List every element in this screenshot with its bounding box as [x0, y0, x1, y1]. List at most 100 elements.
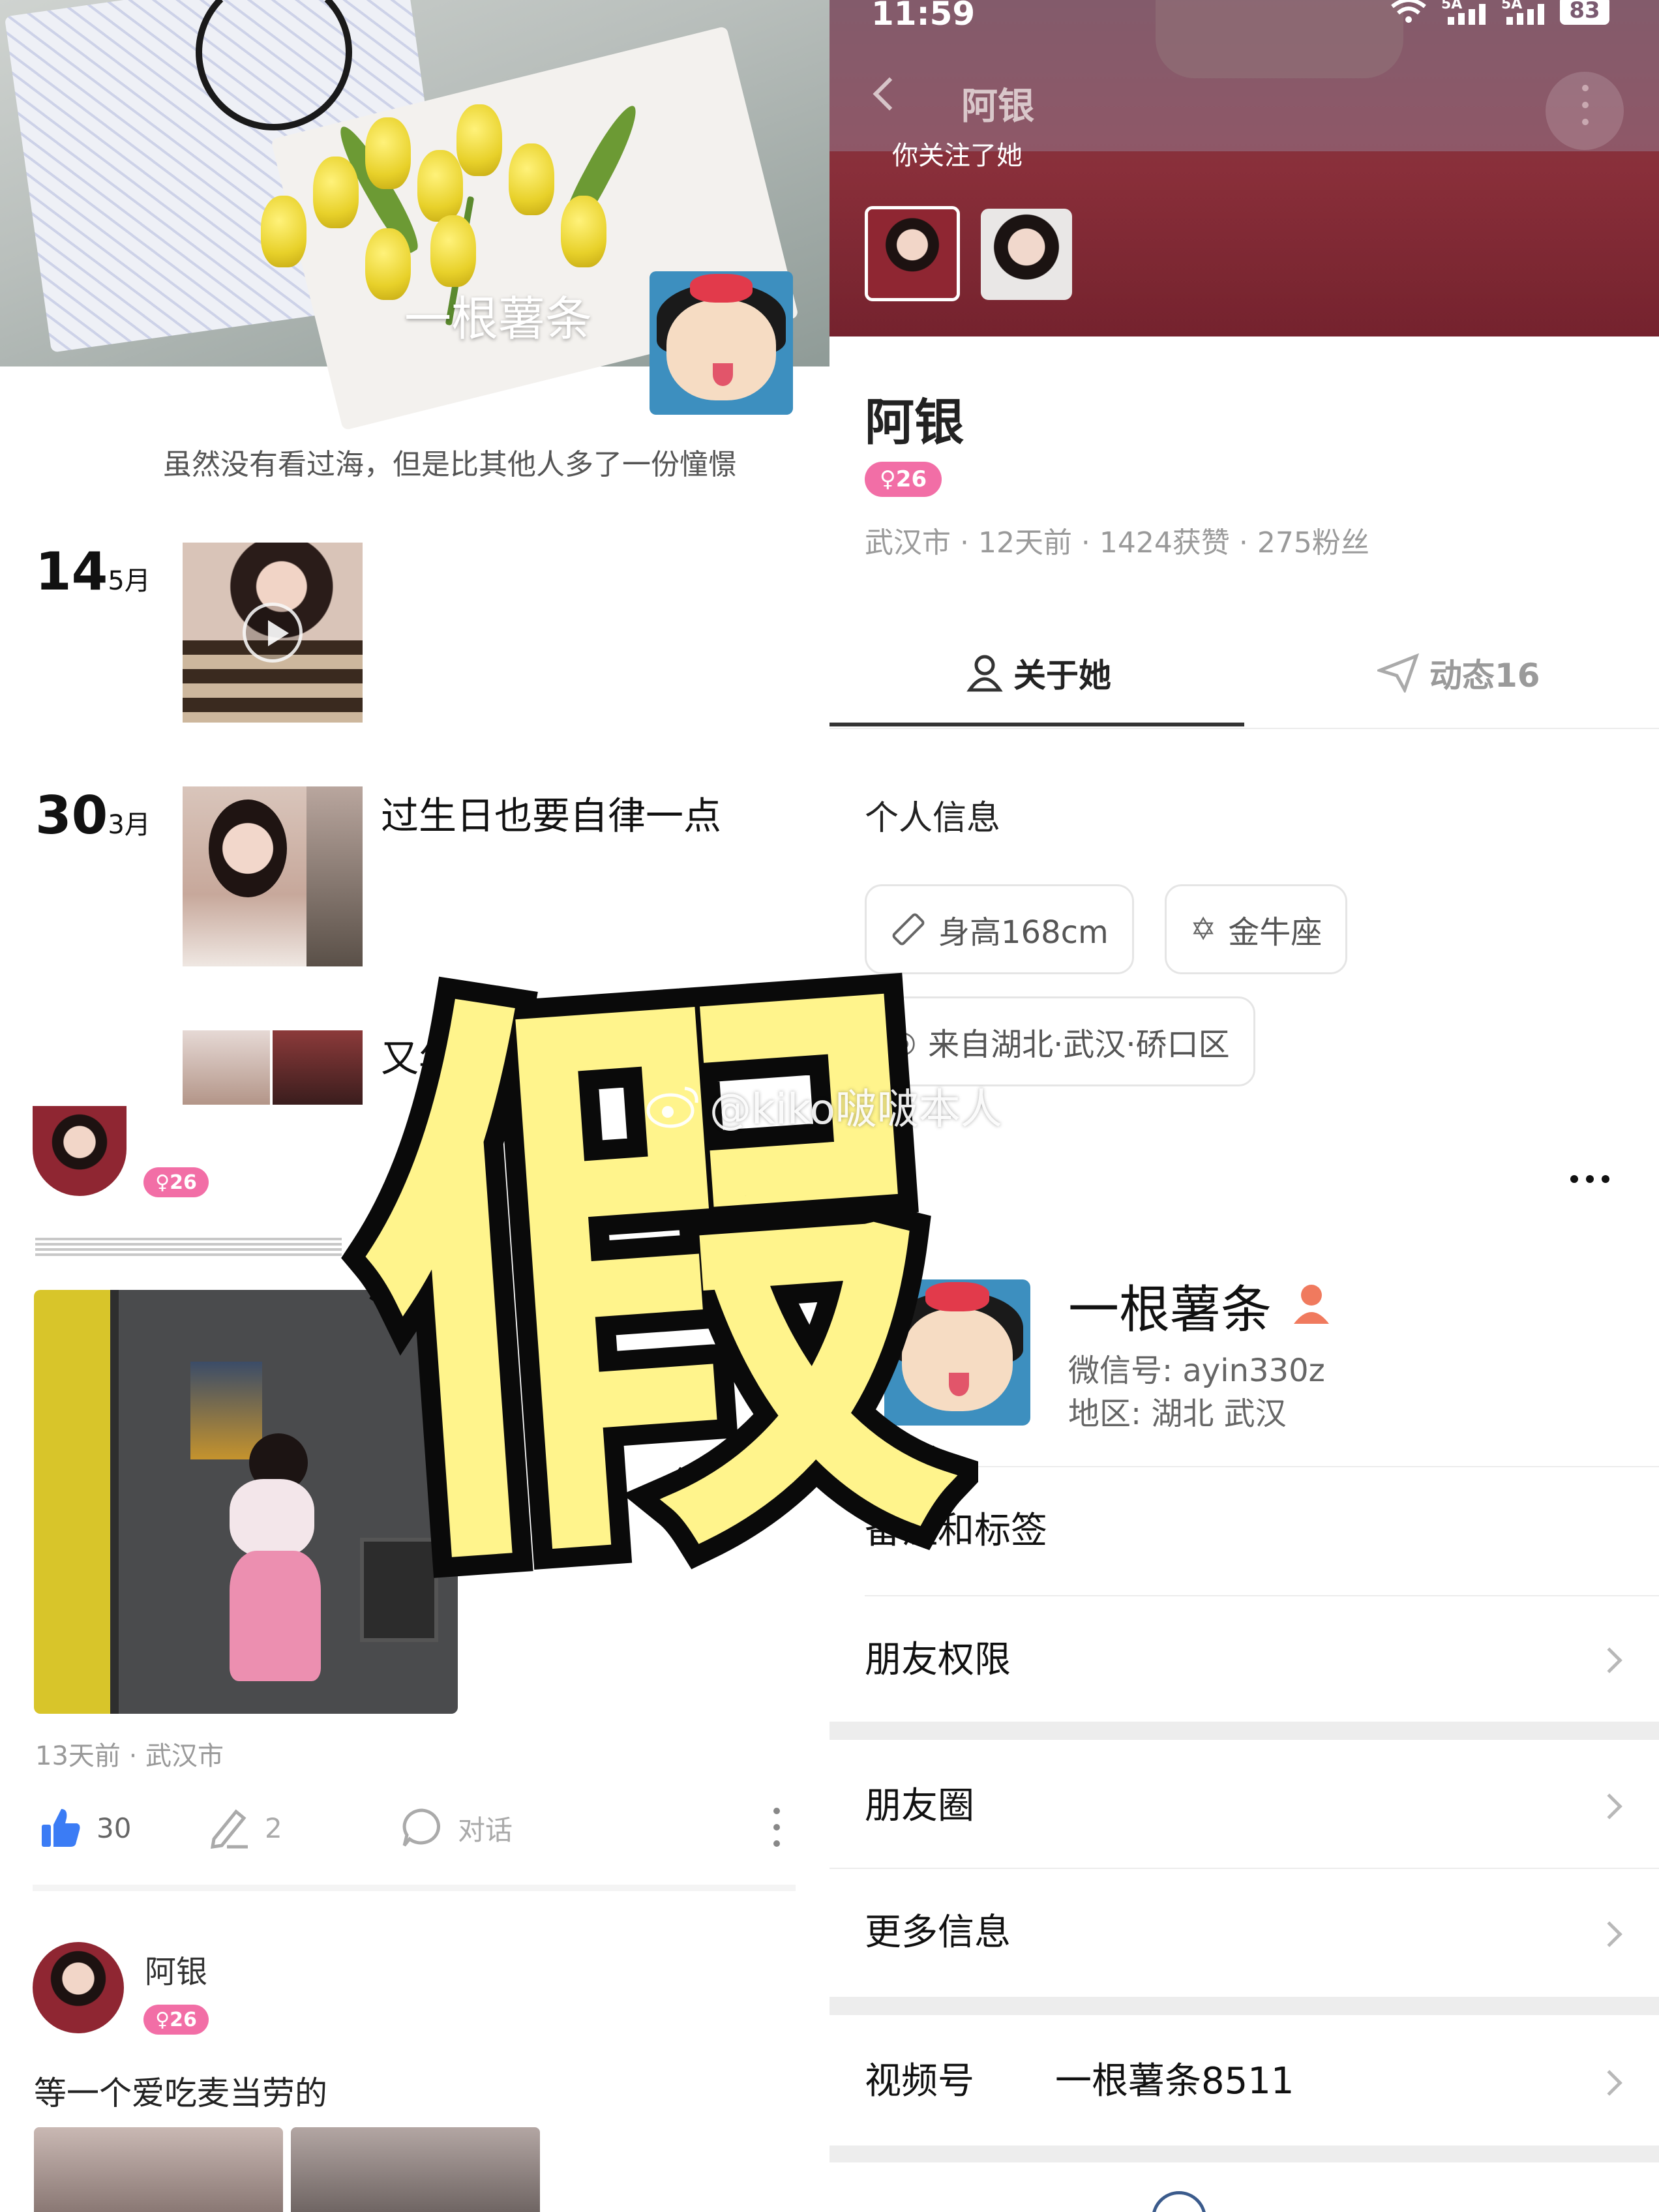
row-label: 视频号	[865, 2060, 974, 2102]
fake-stamp-character: 假	[326, 965, 978, 1591]
thumbs-up-icon	[42, 1809, 80, 1847]
post-date: 145月	[35, 541, 151, 602]
row-more-info[interactable]: 更多信息	[830, 1869, 1659, 1997]
tulip	[417, 150, 463, 222]
post-photo[interactable]	[34, 2127, 283, 2212]
age-value: 26	[170, 2008, 197, 2031]
cover-avatar[interactable]	[650, 271, 793, 415]
post-text: 过生日也要自律一点	[381, 794, 722, 838]
person-legs	[230, 1551, 321, 1681]
row-friend-permissions[interactable]: 朋友权限	[830, 1596, 1659, 1722]
comment-count: 2	[265, 1812, 282, 1844]
like-count: 30	[97, 1812, 132, 1844]
watermark-text: @kiko啵啵本人	[710, 1086, 1002, 1134]
more-icon[interactable]	[773, 1808, 781, 1851]
contact-name: 一根薯条	[1068, 1281, 1272, 1339]
date-month: 5月	[108, 566, 151, 596]
weibo-icon	[646, 1086, 698, 1128]
tulip	[261, 196, 306, 267]
row-moments[interactable]: 朋友圈	[830, 1740, 1659, 1868]
wifi-icon	[1389, 0, 1428, 23]
female-gender-icon	[1291, 1282, 1332, 1325]
profile-photo-thumb[interactable]	[981, 209, 1072, 300]
wechat-id: 微信号: ayin330z	[1068, 1353, 1325, 1389]
row-label: 更多信息	[865, 1911, 1011, 1954]
star-icon: ✡	[1190, 911, 1217, 948]
tab-about[interactable]: 关于她	[966, 650, 1111, 696]
row-label: 朋友圈	[865, 1785, 974, 1827]
section-gap	[830, 2145, 1659, 2162]
signal-icon	[1506, 4, 1552, 25]
like-button[interactable]: 30	[39, 1806, 131, 1849]
tulip	[430, 215, 476, 287]
tab-label: 关于她	[1013, 657, 1111, 695]
post-date: 303月	[35, 785, 151, 846]
profile-meta: 武汉市 · 12天前 · 1424获赞 · 275粉丝	[865, 526, 1369, 560]
ruler-icon	[892, 913, 925, 946]
date-day: 30	[35, 785, 108, 846]
chevron-right-icon	[1596, 2070, 1622, 2096]
more-icon[interactable]	[1570, 1167, 1616, 1193]
signal-icon	[1448, 4, 1493, 25]
post-meta: 13天前 · 武汉市	[35, 1741, 224, 1771]
chevron-right-icon	[1596, 1647, 1622, 1673]
status-time: 11:59	[871, 0, 976, 33]
send-message-icon[interactable]	[1152, 2191, 1206, 2212]
row-channels[interactable]: 视频号 一根薯条8511	[830, 2015, 1659, 2145]
date-month: 3月	[108, 810, 151, 840]
author-avatar[interactable]	[33, 1106, 127, 1196]
section-gap	[830, 1722, 1659, 1740]
female-icon: ♀	[879, 466, 896, 492]
tulip	[313, 157, 359, 228]
tab-label: 动态16	[1429, 657, 1540, 695]
post-text-blurred	[35, 1238, 342, 1257]
more-menu-icon[interactable]	[1546, 72, 1624, 150]
tulip	[365, 117, 411, 189]
pencil-icon	[210, 1809, 248, 1849]
post-photo[interactable]	[183, 1030, 270, 1105]
person-top	[230, 1479, 314, 1557]
female-icon: ♀	[155, 2008, 170, 2031]
post-video-thumbnail[interactable]	[183, 543, 363, 723]
divider	[830, 728, 1659, 729]
fake-label: 假	[336, 965, 969, 1591]
tab-indicator	[830, 723, 1244, 726]
tulip	[456, 104, 502, 176]
user-icon	[966, 655, 1003, 692]
chip-label: 身高168cm	[938, 914, 1109, 951]
post-text: 等一个爱吃麦当劳的	[34, 2074, 327, 2112]
age-value: 26	[895, 466, 927, 492]
tulip	[561, 196, 606, 267]
author-avatar[interactable]	[33, 1942, 124, 2033]
age-value: 26	[170, 1171, 197, 1194]
comment-button[interactable]: 2	[207, 1806, 282, 1849]
region: 地区: 湖北 武汉	[1068, 1396, 1287, 1432]
follow-tip: 你关注了她	[892, 141, 1023, 171]
female-icon: ♀	[155, 1171, 170, 1194]
tab-posts[interactable]: 动态16	[1377, 650, 1540, 696]
date-day: 14	[35, 541, 108, 602]
chat-button[interactable]: 对话	[400, 1806, 513, 1849]
signature: 虽然没有看过海，但是比其他人多了一份憧憬	[163, 448, 737, 481]
gender-age-badge: ♀ 26	[865, 462, 942, 497]
poster	[190, 1362, 262, 1459]
nav-title: 阿银	[961, 85, 1034, 128]
section-title: 个人信息	[865, 799, 1001, 838]
watermark: @kiko啵啵本人	[646, 1076, 1002, 1136]
battery-icon: 83	[1560, 0, 1609, 25]
channel-value: 一根薯条8511	[1055, 2060, 1294, 2102]
chevron-right-icon	[1596, 1793, 1622, 1819]
row-label: 朋友权限	[865, 1639, 1011, 1681]
post-photo[interactable]	[291, 2127, 540, 2212]
chip-label: 金牛座	[1228, 914, 1323, 951]
post-photo[interactable]	[183, 786, 363, 966]
chip-zodiac: ✡ 金牛座	[1165, 884, 1348, 974]
gender-age-badge: ♀ 26	[143, 1167, 209, 1197]
section-gap	[830, 1997, 1659, 2015]
chat-bubble-icon	[402, 1808, 440, 1847]
chevron-right-icon	[1596, 1921, 1622, 1947]
play-icon[interactable]	[243, 603, 303, 663]
profile-photo-thumb[interactable]	[865, 206, 960, 301]
chip-height: 身高168cm	[865, 884, 1134, 974]
cover-nickname: 一根薯条	[404, 291, 593, 346]
